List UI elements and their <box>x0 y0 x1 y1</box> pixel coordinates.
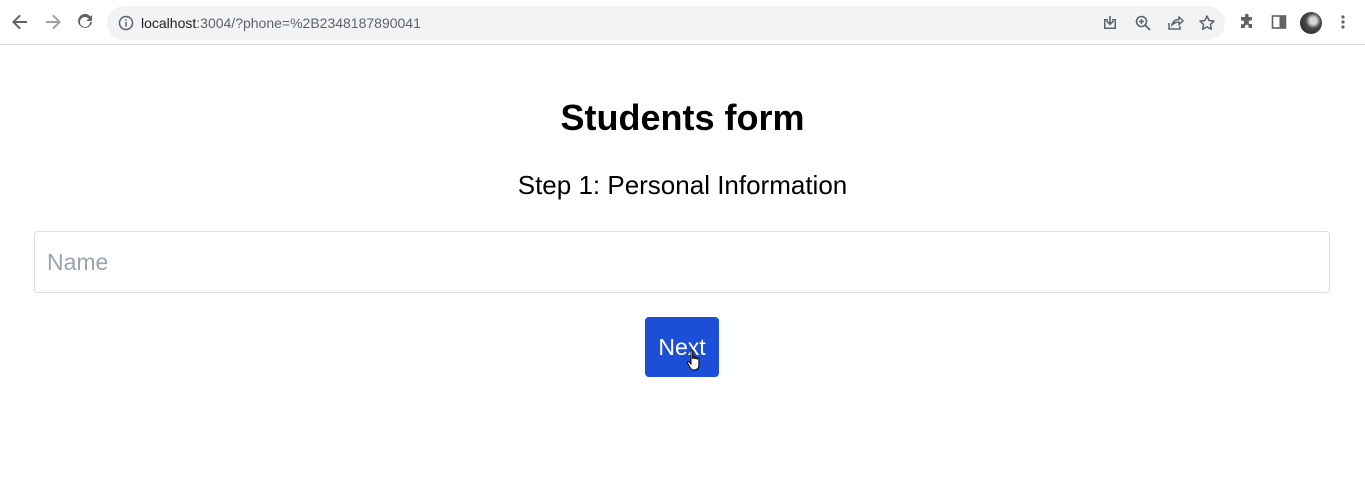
url-path: :3004/?phone=%2B2348187890041 <box>196 15 421 31</box>
address-bar[interactable]: localhost:3004/?phone=%2B2348187890041 <box>107 6 1225 40</box>
zoom-icon <box>1135 15 1151 31</box>
avatar[interactable] <box>1300 12 1322 34</box>
back-button[interactable] <box>7 9 33 35</box>
install-app-icon <box>1104 16 1116 29</box>
share-icon <box>1168 15 1184 30</box>
side-panel-icon <box>1271 15 1287 29</box>
bookmark-button[interactable] <box>1197 13 1217 33</box>
browser-menu-button[interactable] <box>1333 12 1353 32</box>
url-text[interactable]: localhost:3004/?phone=%2B2348187890041 <box>141 14 421 32</box>
url-host: localhost <box>141 15 197 31</box>
back-arrow-icon <box>12 14 27 30</box>
puzzle-icon <box>1241 13 1252 28</box>
side-panel-button[interactable] <box>1269 12 1289 32</box>
info-icon[interactable] <box>118 15 134 31</box>
step-title: Step 1: Personal Information <box>517 170 848 200</box>
share-button[interactable] <box>1165 13 1185 33</box>
reload-button[interactable] <box>72 9 98 35</box>
browser-toolbar: localhost:3004/?phone=%2B2348187890041 <box>0 0 1365 45</box>
name-input[interactable] <box>34 231 1330 293</box>
extensions-button[interactable] <box>1237 12 1257 32</box>
forward-button[interactable] <box>40 9 66 35</box>
reload-icon <box>78 13 92 28</box>
forward-arrow-icon <box>46 14 61 30</box>
install-app-button[interactable] <box>1100 13 1120 33</box>
page-content: Students form Step 1: Personal Informati… <box>0 45 1365 496</box>
page-title: Students form <box>560 97 805 138</box>
next-button[interactable]: Next <box>645 317 719 377</box>
kebab-menu-icon <box>1341 15 1345 29</box>
star-icon <box>1199 15 1215 31</box>
zoom-button[interactable] <box>1133 13 1153 33</box>
